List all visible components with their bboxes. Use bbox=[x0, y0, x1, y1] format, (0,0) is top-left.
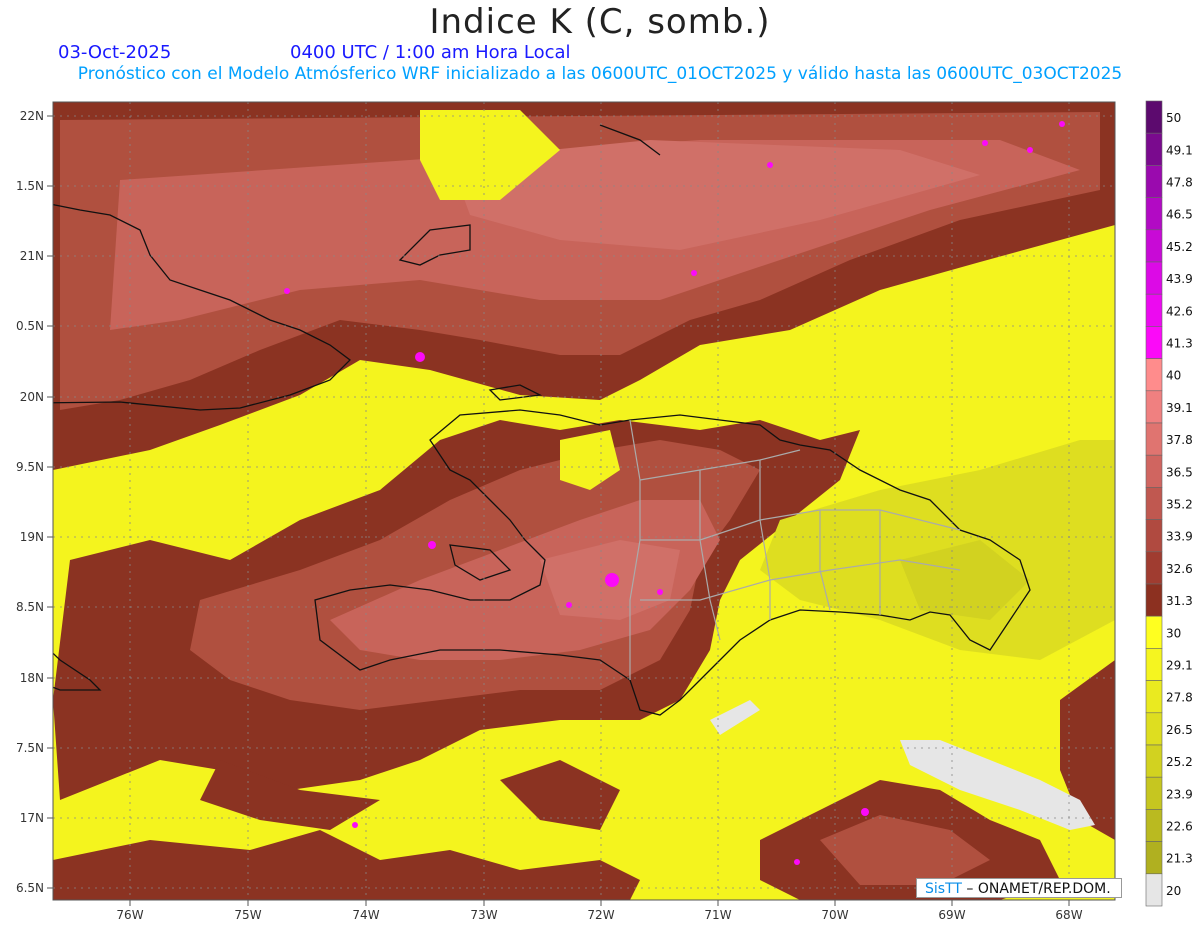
colorbar-swatch bbox=[1145, 615, 1163, 649]
colorbar-swatch bbox=[1145, 744, 1163, 778]
colorbar-swatch bbox=[1145, 165, 1163, 198]
colorbar-label: 36.5 bbox=[1166, 465, 1193, 479]
colorbar-swatch bbox=[1145, 841, 1163, 875]
colorbar-label: 27.8 bbox=[1166, 691, 1193, 705]
colorbar-label: 35.2 bbox=[1166, 498, 1193, 512]
colorbar-label: 30 bbox=[1166, 626, 1181, 640]
colorbar-label: 40 bbox=[1166, 369, 1181, 383]
lon-label: 74W bbox=[352, 908, 379, 922]
colorbar-swatch bbox=[1145, 551, 1163, 585]
colorbar-swatch bbox=[1145, 809, 1163, 842]
colorbar-swatch bbox=[1145, 229, 1163, 263]
colorbar-swatch bbox=[1145, 422, 1163, 456]
lon-label: 68W bbox=[1055, 908, 1082, 922]
lat-label: 9.5N bbox=[16, 460, 44, 474]
sistt-logo: SisTT bbox=[925, 881, 962, 897]
colorbar-swatch bbox=[1145, 100, 1163, 134]
lat-label: 0.5N bbox=[16, 319, 44, 333]
lon-label: 76W bbox=[116, 908, 143, 922]
colorbar-swatch bbox=[1145, 648, 1163, 681]
k-index-field bbox=[53, 102, 1115, 900]
colorbar-label: 23.9 bbox=[1166, 787, 1193, 801]
lat-label: 8.5N bbox=[16, 600, 44, 614]
credit-box: SisTT – ONAMET/REP.DOM. bbox=[916, 878, 1122, 898]
lon-label: 72W bbox=[587, 908, 614, 922]
colorbar-label: 21.3 bbox=[1166, 852, 1193, 866]
colorbar-label: 32.6 bbox=[1166, 562, 1193, 576]
colorbar-swatch bbox=[1145, 583, 1163, 617]
lat-label: 22N bbox=[20, 109, 44, 123]
colorbar-label: 29.1 bbox=[1166, 659, 1193, 673]
lat-label: 1.5N bbox=[16, 179, 44, 193]
colorbar-label: 26.5 bbox=[1166, 723, 1193, 737]
lon-label: 73W bbox=[470, 908, 497, 922]
colorbar-label: 20 bbox=[1166, 884, 1181, 898]
colorbar-swatch bbox=[1145, 873, 1163, 907]
map-svg: 22N 1.5N 21N 0.5N 20N 9.5N 19N 8.5N 18N … bbox=[16, 100, 1193, 922]
colorbar-swatch bbox=[1145, 293, 1163, 327]
colorbar-label: 50 bbox=[1166, 111, 1181, 125]
colorbar-label: 46.5 bbox=[1166, 208, 1193, 222]
colorbar-swatch bbox=[1145, 390, 1163, 424]
colorbar-label: 37.8 bbox=[1166, 433, 1193, 447]
colorbar-swatch bbox=[1145, 358, 1163, 392]
lon-label: 75W bbox=[234, 908, 261, 922]
colorbar-swatch bbox=[1145, 132, 1163, 166]
colorbar-label: 25.2 bbox=[1166, 755, 1193, 769]
colorbar-swatch bbox=[1145, 326, 1163, 359]
colorbar-swatch bbox=[1145, 197, 1163, 231]
colorbar-swatch bbox=[1145, 680, 1163, 714]
colorbar-label: 33.9 bbox=[1166, 530, 1193, 544]
colorbar-label: 31.3 bbox=[1166, 594, 1193, 608]
colorbar-label: 42.6 bbox=[1166, 304, 1193, 318]
colorbar-label: 41.3 bbox=[1166, 337, 1193, 351]
colorbar-swatch bbox=[1145, 261, 1163, 295]
colorbar: 50 49.1 47.8 46.5 45.2 43.9 42.6 41.3 40 39.1 37.8… bbox=[1145, 100, 1193, 907]
colorbar-swatch bbox=[1145, 519, 1163, 553]
colorbar-label: 45.2 bbox=[1166, 240, 1193, 254]
lon-label: 70W bbox=[821, 908, 848, 922]
lat-label: 7.5N bbox=[16, 741, 44, 755]
lon-label: 71W bbox=[704, 908, 731, 922]
lat-label: 20N bbox=[20, 390, 44, 404]
colorbar-swatch bbox=[1145, 712, 1163, 746]
lat-label: 18N bbox=[20, 671, 44, 685]
colorbar-label: 47.8 bbox=[1166, 176, 1193, 190]
colorbar-label: 22.6 bbox=[1166, 820, 1193, 834]
colorbar-swatch bbox=[1145, 454, 1163, 488]
colorbar-label: 49.1 bbox=[1166, 143, 1193, 157]
lon-label: 69W bbox=[938, 908, 965, 922]
colorbar-label: 43.9 bbox=[1166, 272, 1193, 286]
colorbar-swatch bbox=[1145, 487, 1163, 520]
credit-text: – ONAMET/REP.DOM. bbox=[961, 881, 1111, 897]
colorbar-swatch bbox=[1145, 776, 1163, 810]
lat-axis: 22N 1.5N 21N 0.5N 20N 9.5N 19N 8.5N 18N … bbox=[16, 109, 53, 895]
lat-label: 21N bbox=[20, 249, 44, 263]
lat-label: 17N bbox=[20, 811, 44, 825]
lat-label: 6.5N bbox=[16, 881, 44, 895]
lon-axis: 76W 75W 74W 73W 72W 71W 70W 69W 68W bbox=[116, 900, 1083, 922]
colorbar-label: 39.1 bbox=[1166, 401, 1193, 415]
lat-label: 19N bbox=[20, 530, 44, 544]
